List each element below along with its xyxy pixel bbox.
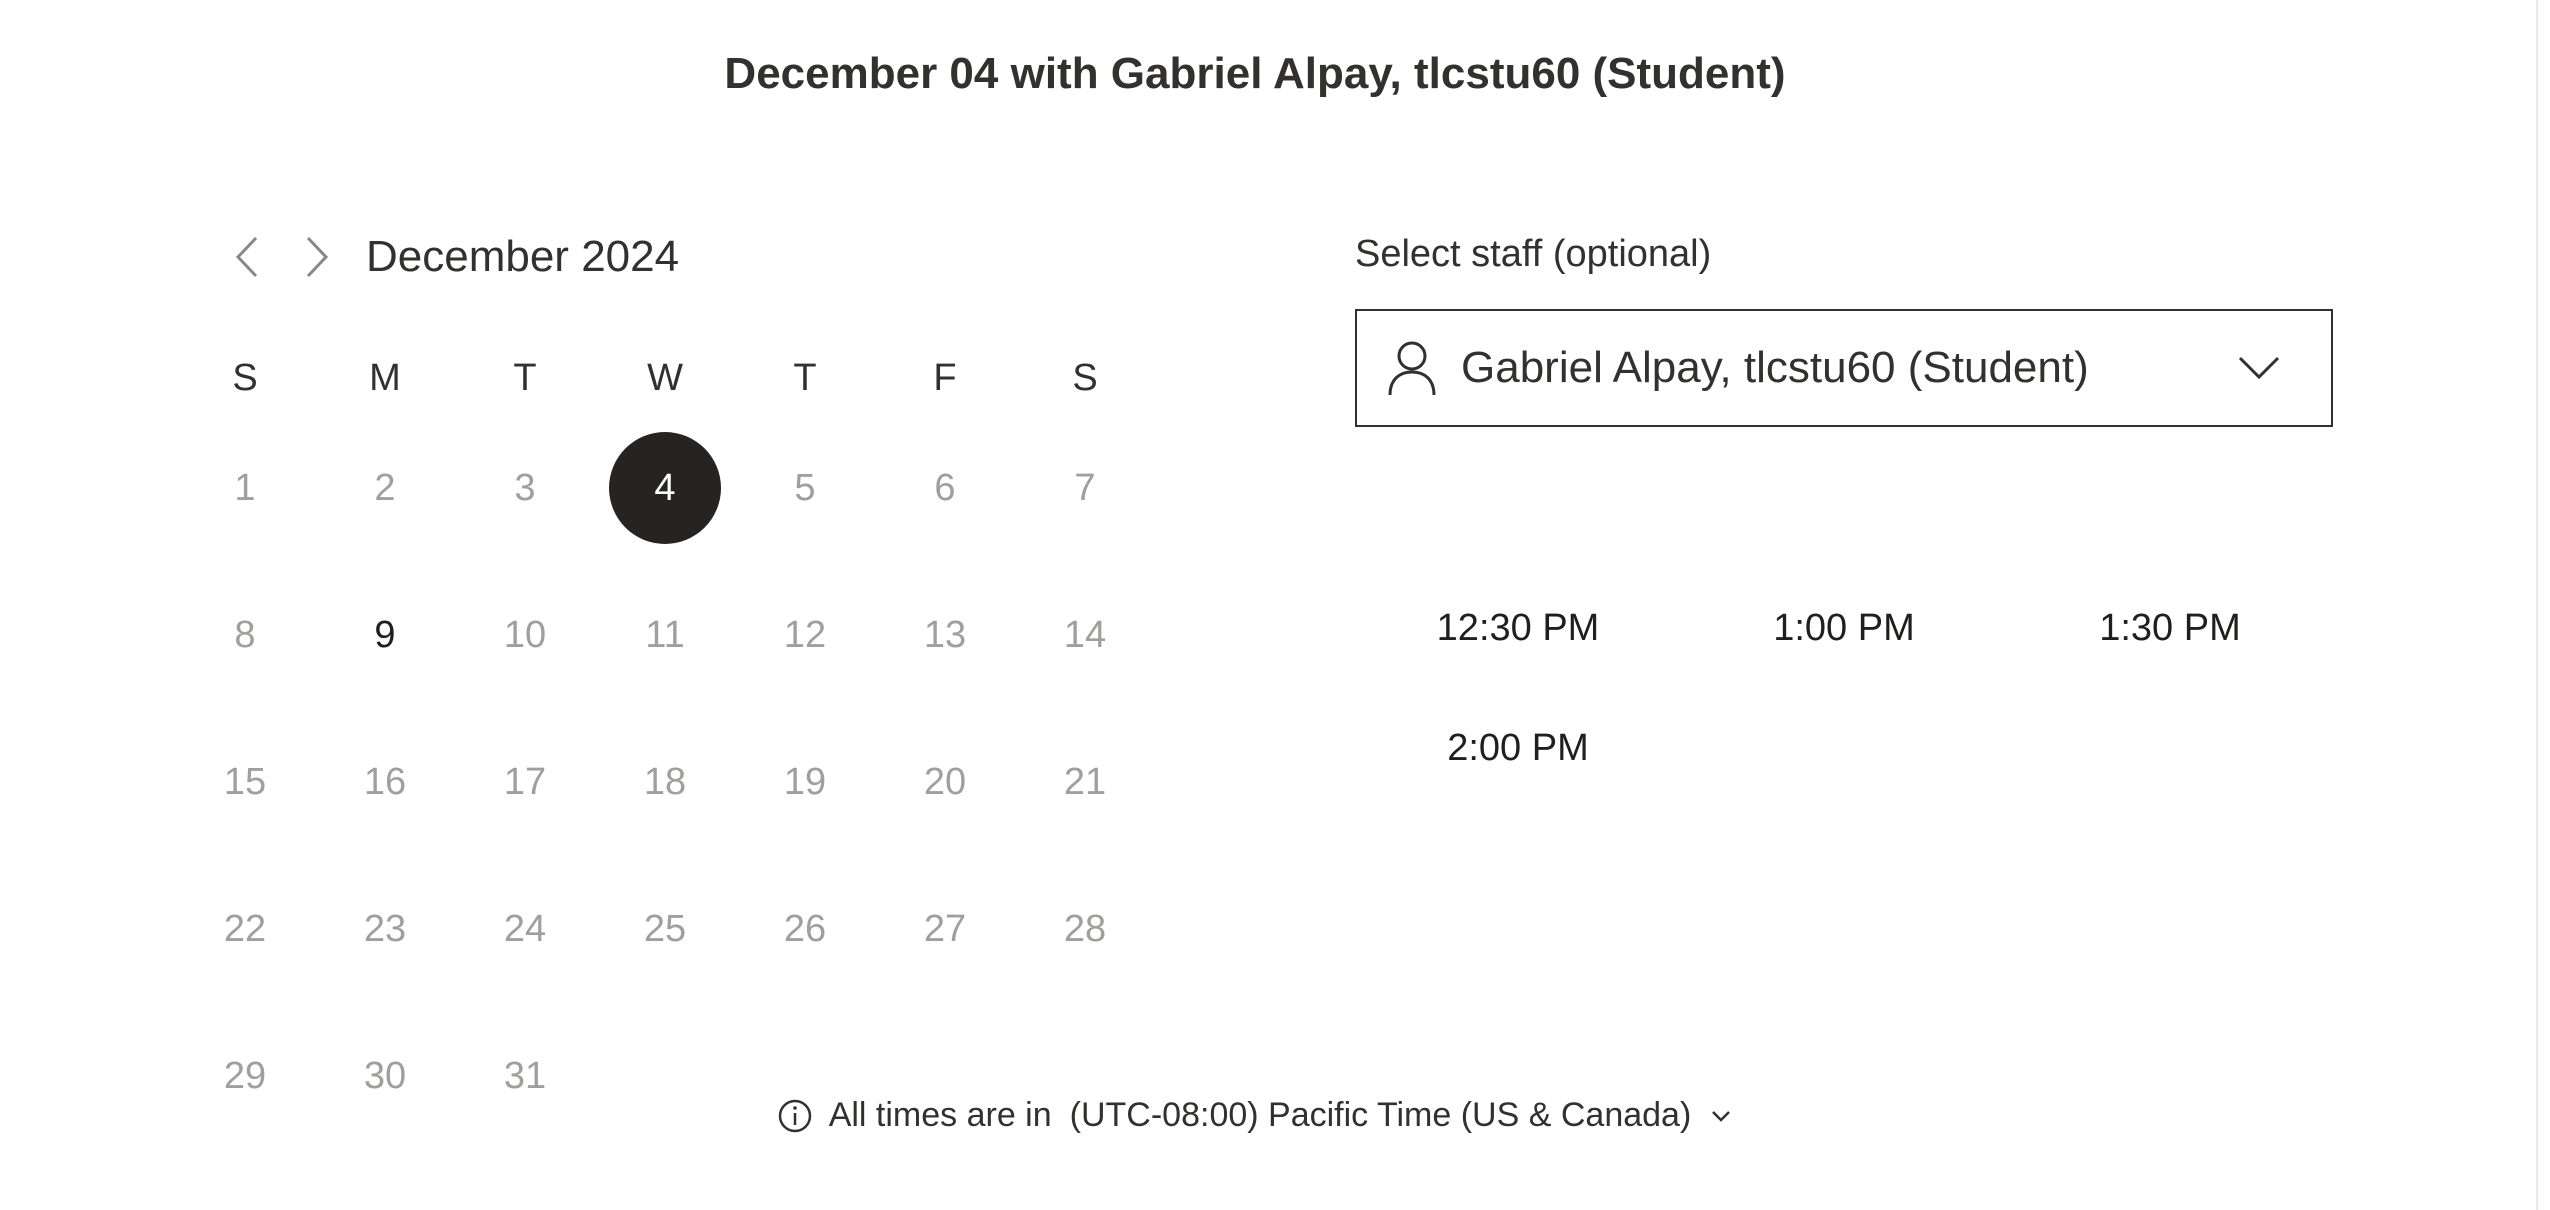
calendar-week-row: 22 23 24 25 26 27 28 (175, 869, 1155, 989)
month-label: December 2024 (366, 232, 680, 281)
time-slot-button[interactable]: 12:30 PM (1355, 568, 1681, 688)
calendar-day: 1 (175, 428, 315, 548)
calendar-day-number: 23 (363, 907, 407, 950)
time-slot-button[interactable]: 1:30 PM (2007, 568, 2333, 688)
calendar-day: 24 (455, 869, 595, 989)
calendar-day: 5 (735, 428, 875, 548)
calendar-day-number: 20 (923, 760, 967, 803)
weekday-label: T (793, 357, 817, 399)
weekday-label: F (933, 357, 957, 399)
calendar-week-row: 1 2 3 4 5 6 7 (175, 428, 1155, 548)
calendar-day: 25 (595, 869, 735, 989)
weekday-header-row: SMTWTFS (175, 350, 1155, 406)
calendar-day-number: 12 (783, 613, 827, 656)
calendar-day-number: 24 (503, 907, 547, 950)
calendar-day: 12 (735, 575, 875, 695)
calendar-day: 13 (875, 575, 1015, 695)
person-icon (1385, 338, 1439, 398)
booking-page: December 04 with Gabriel Alpay, tlcstu60… (0, 0, 2550, 1210)
calendar-week-row: 8 9 10 11 12 13 14 (175, 575, 1155, 695)
staff-select-dropdown[interactable]: Gabriel Alpay, tlcstu60 (Student) (1355, 309, 2333, 427)
calendar-day-number: 16 (363, 760, 407, 803)
calendar-day: 6 (875, 428, 1015, 548)
calendar-day-number: 1 (234, 466, 256, 509)
calendar-day: 8 (175, 575, 315, 695)
weekday-label: S (232, 357, 258, 399)
calendar-day-number: 7 (1074, 466, 1096, 509)
calendar-day-number: 8 (234, 613, 256, 656)
calendar-day-number: 6 (934, 466, 956, 509)
calendar-day-number: 10 (503, 613, 547, 656)
info-icon (777, 1098, 813, 1134)
chevron-down-icon[interactable] (1709, 1104, 1733, 1128)
calendar-day-number: 4 (609, 432, 721, 544)
weekday-label: T (513, 357, 537, 399)
calendar-day: 21 (1015, 722, 1155, 842)
calendar-day-number: 3 (514, 466, 536, 509)
calendar-day-number: 25 (643, 907, 687, 950)
page-title: December 04 with Gabriel Alpay, tlcstu60… (724, 49, 1786, 98)
staff-selected-value: Gabriel Alpay, tlcstu60 (Student) (1461, 343, 2089, 392)
calendar-day-number: 17 (503, 760, 547, 803)
calendar-day: 3 (455, 428, 595, 548)
calendar-day-number: 18 (643, 760, 687, 803)
calendar-day-number: 22 (223, 907, 267, 950)
calendar-day: 7 (1015, 428, 1155, 548)
timezone-selector[interactable]: (UTC-08:00) Pacific Time (US & Canada) (1070, 1096, 1692, 1135)
calendar-day-number: 28 (1063, 907, 1107, 950)
calendar-day-number: 21 (1063, 760, 1107, 803)
calendar-day: 17 (455, 722, 595, 842)
calendar-day-number: 19 (783, 760, 827, 803)
time-slot-list: 12:30 PM 1:00 PM 1:30 PM 2:00 PM (1355, 568, 2333, 808)
calendar-day: 27 (875, 869, 1015, 989)
calendar-day: 23 (315, 869, 455, 989)
calendar-week-row: 15 16 17 18 19 20 21 (175, 722, 1155, 842)
timezone-row: All times are in (UTC-08:00) Pacific Tim… (0, 1096, 2510, 1135)
chevron-left-icon (235, 236, 258, 278)
calendar-day: 20 (875, 722, 1015, 842)
next-month-button[interactable] (282, 222, 352, 292)
calendar-day-number: 14 (1063, 613, 1107, 656)
calendar-day-selected[interactable]: 4 (595, 428, 735, 548)
calendar-day: 16 (315, 722, 455, 842)
calendar-day: 11 (595, 575, 735, 695)
chevron-right-icon (306, 236, 329, 278)
calendar-day-number: 15 (223, 760, 267, 803)
chevron-down-icon (2235, 344, 2283, 392)
calendar-day-number: 5 (794, 466, 816, 509)
calendar-day: 14 (1015, 575, 1155, 695)
calendar-day-number: 11 (645, 613, 685, 656)
calendar-day-number: 13 (923, 613, 967, 656)
calendar-day-number: 31 (503, 1054, 547, 1097)
calendar-day-number: 29 (223, 1054, 267, 1097)
calendar-day: 2 (315, 428, 455, 548)
calendar-day: 18 (595, 722, 735, 842)
calendar-day: 26 (735, 869, 875, 989)
calendar-day: 10 (455, 575, 595, 695)
timezone-prefix: All times are in (828, 1096, 1052, 1134)
calendar-day: 15 (175, 722, 315, 842)
scrollbar-edge (2536, 0, 2538, 1210)
weekday-label: M (369, 357, 401, 399)
calendar-day-number: 9 (374, 613, 396, 656)
calendar-day-number: 2 (374, 466, 396, 509)
calendar-day[interactable]: 9 (315, 575, 455, 695)
calendar-day-number: 26 (783, 907, 827, 950)
time-slot-button[interactable]: 2:00 PM (1355, 688, 1681, 808)
weekday-label: S (1072, 357, 1098, 399)
calendar-header: December 2024 (212, 222, 679, 292)
calendar-day: 19 (735, 722, 875, 842)
previous-month-button[interactable] (212, 222, 282, 292)
calendar-day-number: 30 (363, 1054, 407, 1097)
weekday-label: W (647, 357, 683, 399)
calendar-day: 22 (175, 869, 315, 989)
staff-label: Select staff (optional) (1355, 233, 1712, 275)
time-slot-button[interactable]: 1:00 PM (1681, 568, 2007, 688)
calendar-day-number: 27 (923, 907, 967, 950)
calendar-day: 28 (1015, 869, 1155, 989)
